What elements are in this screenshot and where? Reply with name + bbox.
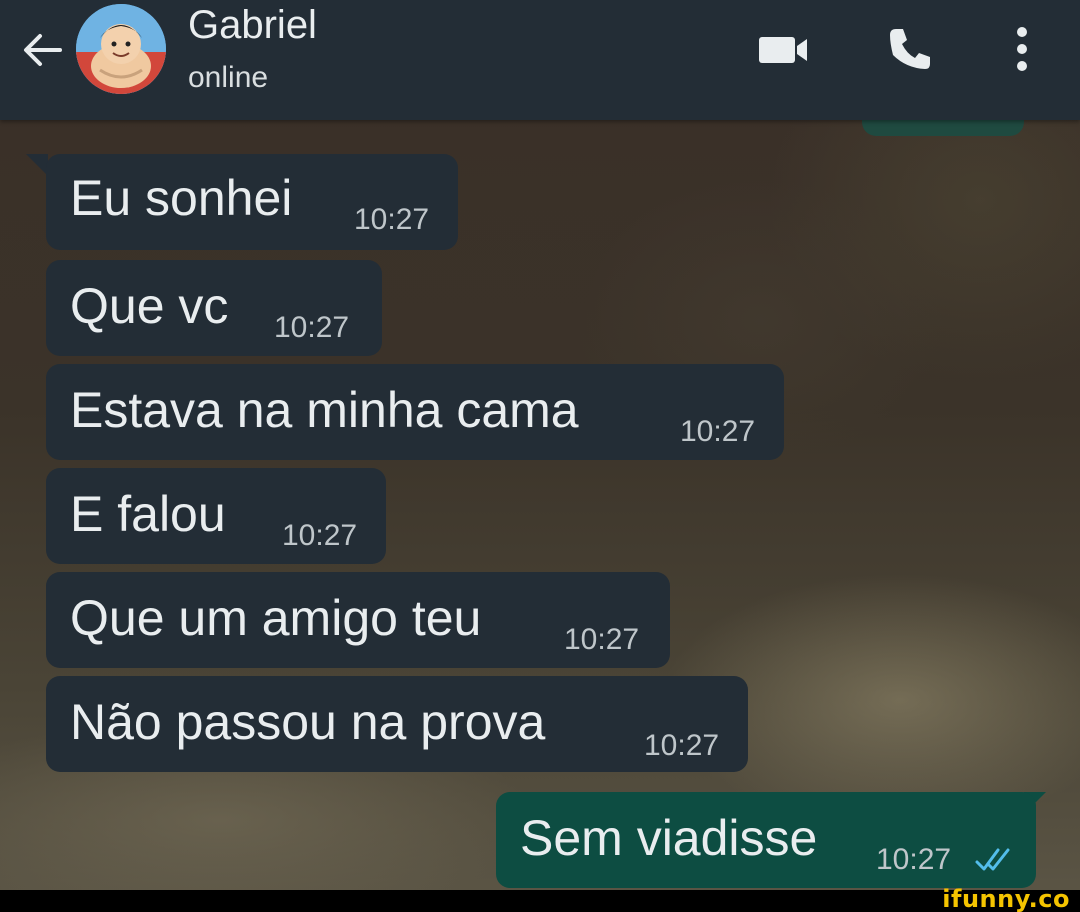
message-bubble[interactable]: E falou 10:27 bbox=[46, 468, 386, 564]
avatar[interactable] bbox=[76, 4, 166, 94]
message-text: Que um amigo teu bbox=[70, 590, 482, 646]
chat-header: Gabriel online bbox=[0, 0, 1080, 120]
phone-icon bbox=[890, 29, 930, 69]
message-time: 10:27 bbox=[274, 311, 350, 344]
back-button[interactable] bbox=[14, 22, 70, 78]
message-bubble[interactable]: Que vc 10:27 bbox=[46, 260, 382, 356]
watermark-bar bbox=[0, 890, 1080, 912]
message-time: 10:27 bbox=[564, 623, 640, 656]
contact-status: online bbox=[188, 61, 269, 94]
video-call-icon bbox=[759, 37, 807, 63]
message-text: Não passou na prova bbox=[70, 694, 546, 750]
message-text: E falou bbox=[70, 486, 226, 542]
message-bubble[interactable]: Estava na minha cama 10:27 bbox=[46, 364, 784, 460]
message-time: 10:27 bbox=[876, 843, 952, 876]
back-arrow-icon bbox=[24, 34, 62, 66]
message-time: 10:27 bbox=[354, 203, 430, 236]
message-text: Sem viadisse bbox=[520, 810, 818, 866]
message-bubble[interactable]: Que um amigo teu 10:27 bbox=[46, 572, 670, 668]
message-time: 10:27 bbox=[282, 519, 358, 552]
contact-name[interactable]: Gabriel bbox=[188, 2, 317, 48]
message-time: 10:27 bbox=[680, 415, 756, 448]
watermark-text: ifunny.co bbox=[942, 885, 1070, 912]
message-list: Eu sonhei 10:27 Que vc 10:27 Estava na m… bbox=[0, 120, 1080, 890]
menu-button[interactable] bbox=[992, 24, 1052, 74]
message-time: 10:27 bbox=[644, 729, 720, 762]
avatar-picture bbox=[76, 4, 166, 94]
double-check-icon bbox=[975, 848, 1010, 871]
message-text: Que vc bbox=[70, 278, 229, 334]
message-bubble[interactable]: Não passou na prova 10:27 bbox=[46, 676, 748, 772]
message-bubble-outgoing[interactable]: Sem viadisse 10:27 bbox=[496, 792, 1036, 888]
message-text: Eu sonhei bbox=[70, 170, 293, 226]
voice-call-button[interactable] bbox=[880, 24, 940, 74]
video-call-button[interactable] bbox=[754, 24, 814, 74]
message-bubble[interactable]: Eu sonhei 10:27 bbox=[46, 154, 458, 250]
bubble-tail bbox=[26, 154, 48, 176]
more-vert-icon bbox=[1017, 27, 1027, 71]
chat-screen: Gabriel online Eu sonhei 10:27 Que vc 10… bbox=[0, 0, 1080, 912]
message-text: Estava na minha cama bbox=[70, 382, 579, 438]
